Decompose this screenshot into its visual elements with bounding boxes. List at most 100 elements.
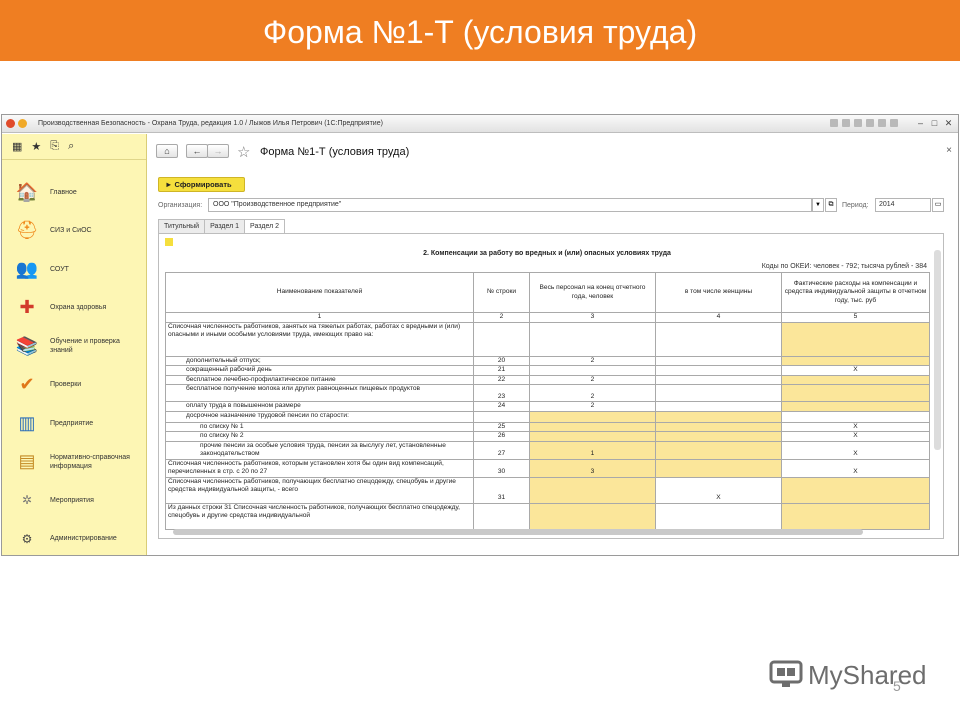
period-picker-icon[interactable]: ▭ bbox=[932, 198, 944, 212]
tab[interactable]: Титульный bbox=[158, 219, 206, 233]
table-cell[interactable] bbox=[781, 502, 930, 530]
table-row: Списочная численность работников, которы… bbox=[165, 458, 930, 478]
table-cell[interactable]: X bbox=[781, 431, 930, 442]
tab[interactable]: Раздел 1 bbox=[204, 219, 246, 233]
sidebar-item[interactable]: ⛑ СИЗ и СиОС bbox=[2, 213, 146, 249]
org-open-icon[interactable]: ⧉ bbox=[825, 198, 837, 212]
row-label: Списочная численность работников, получа… bbox=[165, 476, 474, 504]
sidebar-item[interactable]: ▤ Нормативно-справочная информация bbox=[2, 444, 146, 480]
table-cell[interactable] bbox=[655, 374, 782, 385]
favorite-star-icon[interactable]: ☆ bbox=[237, 143, 250, 161]
table-cell[interactable] bbox=[655, 502, 782, 530]
table-cell[interactable] bbox=[529, 431, 656, 442]
org-field[interactable]: ООО "Производственное предприятие" bbox=[208, 198, 812, 212]
sidebar-item[interactable]: ✔ Проверки bbox=[2, 367, 146, 403]
table-cell[interactable]: 2 bbox=[529, 355, 656, 366]
table-cell[interactable]: 26 bbox=[473, 431, 530, 442]
table-cell[interactable]: 3 bbox=[529, 458, 656, 478]
table-cell[interactable] bbox=[781, 321, 930, 357]
table-cell[interactable]: X bbox=[781, 365, 930, 376]
table-cell[interactable] bbox=[655, 410, 782, 423]
sidebar-item[interactable]: 📚 Обучение и проверка знаний bbox=[2, 328, 146, 364]
table-cell[interactable]: X bbox=[781, 458, 930, 478]
table-cell[interactable] bbox=[655, 321, 782, 357]
table-cell[interactable] bbox=[655, 421, 782, 432]
sidebar-item[interactable]: 👥 СОУТ bbox=[2, 251, 146, 287]
table-cell[interactable]: 20 bbox=[473, 355, 530, 366]
maximize-icon[interactable]: □ bbox=[929, 118, 940, 129]
sidebar-item[interactable]: 🏠 Главное bbox=[2, 174, 146, 210]
forward-button[interactable]: → bbox=[207, 144, 229, 158]
table-cell[interactable]: 1 bbox=[529, 440, 656, 460]
sidebar-item[interactable]: ✚ Охрана здоровья bbox=[2, 290, 146, 326]
info-icon[interactable] bbox=[890, 119, 898, 127]
horizontal-scrollbar[interactable] bbox=[173, 529, 863, 535]
table-cell[interactable] bbox=[529, 321, 656, 357]
history-icon[interactable] bbox=[854, 119, 862, 127]
table-cell[interactable] bbox=[655, 365, 782, 376]
table-cell[interactable]: 2 bbox=[529, 401, 656, 412]
table-row: Из данных строки 31 Списочная численност… bbox=[165, 502, 930, 530]
table-cell[interactable] bbox=[473, 410, 530, 423]
table-cell[interactable] bbox=[781, 410, 930, 423]
table-cell[interactable] bbox=[781, 401, 930, 412]
close-icon[interactable]: ✕ bbox=[943, 118, 954, 129]
table-cell[interactable]: 24 bbox=[473, 401, 530, 412]
table-cell[interactable] bbox=[529, 502, 656, 530]
generate-button[interactable]: ► Сформировать bbox=[158, 177, 245, 192]
table-cell[interactable]: 22 bbox=[473, 374, 530, 385]
table-cell[interactable] bbox=[473, 321, 530, 357]
table-cell[interactable] bbox=[529, 421, 656, 432]
table-cell[interactable]: 25 bbox=[473, 421, 530, 432]
table-cell[interactable] bbox=[781, 355, 930, 366]
org-dropdown-icon[interactable]: ▼ bbox=[812, 198, 824, 212]
table-cell[interactable] bbox=[655, 384, 782, 402]
form-close-icon[interactable]: × bbox=[946, 145, 952, 156]
back-button[interactable]: ← bbox=[186, 144, 208, 158]
table-cell[interactable] bbox=[529, 410, 656, 423]
minimize-icon[interactable]: – bbox=[915, 118, 926, 129]
table-cell[interactable]: 30 bbox=[473, 458, 530, 478]
home-button[interactable]: ⌂ bbox=[156, 144, 178, 158]
period-field[interactable]: 2014 bbox=[875, 198, 931, 212]
menu-icon[interactable] bbox=[18, 119, 27, 128]
apps-grid-icon[interactable]: ▦ bbox=[12, 140, 22, 153]
table-cell[interactable]: X bbox=[655, 476, 782, 504]
column-header: № строки bbox=[473, 272, 530, 313]
print-icon[interactable] bbox=[830, 119, 838, 127]
favorites-icon[interactable]: ★ bbox=[31, 140, 41, 153]
table-cell[interactable] bbox=[655, 355, 782, 366]
table-cell[interactable] bbox=[655, 401, 782, 412]
table-cell[interactable] bbox=[473, 502, 530, 530]
table-cell[interactable] bbox=[655, 431, 782, 442]
vertical-scrollbar[interactable] bbox=[934, 250, 941, 450]
sidebar-item[interactable]: ⚙ Администрирование bbox=[2, 521, 146, 556]
search-icon[interactable]: ⌕ bbox=[68, 140, 74, 153]
calendar-icon[interactable] bbox=[878, 119, 886, 127]
table-cell[interactable]: 2 bbox=[529, 384, 656, 402]
calc-icon[interactable] bbox=[866, 119, 874, 127]
column-number: 2 bbox=[473, 312, 530, 323]
row-label: сокращенный рабочий день bbox=[165, 365, 474, 376]
table-cell[interactable]: 21 bbox=[473, 365, 530, 376]
table-cell[interactable] bbox=[781, 374, 930, 385]
sidebar-item-label: Проверки bbox=[50, 381, 82, 388]
table-cell[interactable]: X bbox=[781, 421, 930, 432]
sidebar-item[interactable]: ✲ Мероприятия bbox=[2, 482, 146, 518]
tab[interactable]: Раздел 2 bbox=[244, 219, 286, 234]
table-cell[interactable] bbox=[655, 458, 782, 478]
table-cell[interactable]: 31 bbox=[473, 476, 530, 504]
table-cell[interactable]: 2 bbox=[529, 374, 656, 385]
table-cell[interactable]: X bbox=[781, 440, 930, 460]
save-icon[interactable] bbox=[842, 119, 850, 127]
table-cell[interactable] bbox=[781, 384, 930, 402]
history-icon[interactable]: ⎘ bbox=[50, 140, 59, 153]
table-cell[interactable]: 27 bbox=[473, 440, 530, 460]
table-cell[interactable] bbox=[529, 365, 656, 376]
row-label: бесплатное лечебно-профилактическое пита… bbox=[165, 374, 474, 385]
table-cell[interactable]: 23 bbox=[473, 384, 530, 402]
sidebar-item[interactable]: ▥ Предприятие bbox=[2, 405, 146, 441]
table-cell[interactable] bbox=[655, 440, 782, 460]
table-cell[interactable] bbox=[529, 476, 656, 504]
table-cell[interactable] bbox=[781, 476, 930, 504]
